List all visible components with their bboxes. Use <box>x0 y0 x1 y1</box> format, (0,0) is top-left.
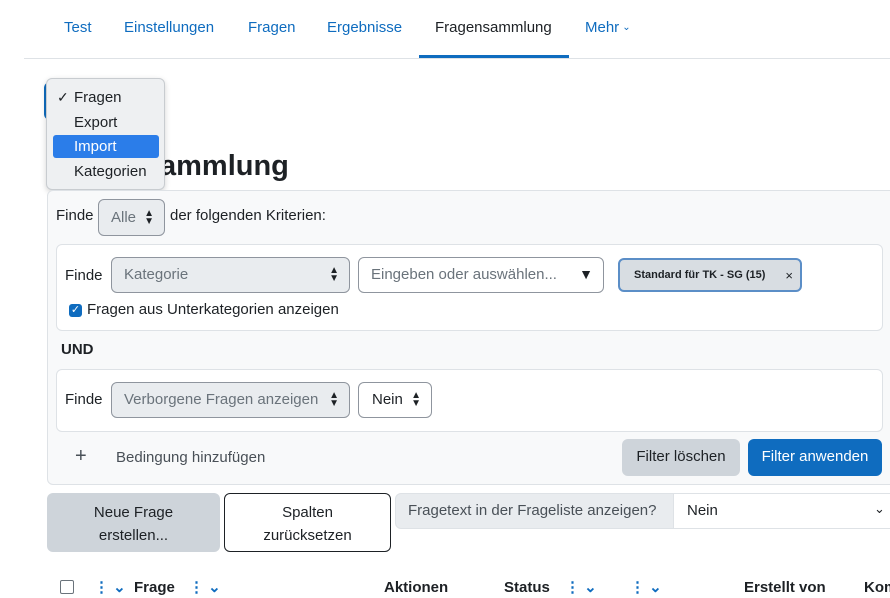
chevron-down-icon: ⌄ <box>622 22 631 33</box>
add-condition-button[interactable]: Bedingung hinzufügen <box>116 448 265 468</box>
tab-mehr[interactable]: Mehr ⌄ <box>585 18 631 38</box>
und-joiner: UND <box>61 341 94 358</box>
menu-item-import[interactable]: Import <box>53 135 159 158</box>
reset-columns-label-line1: Spalten <box>282 504 333 521</box>
page-title: ammlung <box>160 150 289 182</box>
show-question-text-value: Nein <box>687 502 718 519</box>
category-search-input[interactable]: Eingeben oder auswählen... ▼ <box>358 257 604 293</box>
tab-einstellungen[interactable]: Einstellungen <box>124 18 214 38</box>
dropdown-arrow-icon[interactable]: ▼ <box>579 266 593 282</box>
column-options-icon[interactable]: ⋮ ⌄ <box>94 578 126 598</box>
column-options-icon[interactable]: ⋮ ⌄ <box>565 578 597 598</box>
column-header-status[interactable]: Status <box>504 578 550 598</box>
menu-item-kategorien[interactable]: Kategorien <box>53 160 159 183</box>
plus-icon[interactable]: + <box>75 445 87 468</box>
condition-type-select[interactable]: Kategorie ▲ ▼ <box>111 257 350 293</box>
menu-item-label: Fragen <box>74 89 122 106</box>
close-icon[interactable]: × <box>785 268 793 283</box>
condition-type-value: Verborgene Fragen anzeigen <box>124 391 319 408</box>
selected-category-label: Standard für TK - SG (15) <box>634 269 766 281</box>
checkmark-icon: ✓ <box>57 89 69 105</box>
column-header-frage[interactable]: Frage <box>134 578 175 598</box>
show-question-text-select[interactable]: Nein ⌄ <box>673 493 890 529</box>
column-header-aktionen: Aktionen <box>384 579 449 596</box>
match-type-value: Alle <box>111 209 137 226</box>
selected-category-tag: Standard für TK - SG (15) × <box>618 258 802 292</box>
column-header-kommentare[interactable]: Kom <box>864 578 890 598</box>
menu-item-export[interactable]: Export <box>53 111 159 134</box>
hidden-value-select[interactable]: Nein ▲ ▼ <box>358 382 432 418</box>
condition-label: Finde <box>65 391 103 408</box>
new-question-label-line2: erstellen... <box>98 527 169 544</box>
column-header-erstellt-von[interactable]: Erstellt von <box>744 578 826 598</box>
condition-type-value: Kategorie <box>124 266 189 283</box>
select-arrows-icon: ▲ ▼ <box>329 265 339 284</box>
reset-columns-label-line2: zurücksetzen <box>263 527 352 544</box>
new-question-label-line1: Neue Frage <box>93 504 174 521</box>
column-options-icon[interactable]: ⋮ ⌄ <box>630 578 662 598</box>
select-arrows-icon: ▲ ▼ <box>144 207 154 227</box>
condition-label: Finde <box>65 267 103 284</box>
column-options-icon[interactable]: ⋮ ⌄ <box>189 578 221 598</box>
finde-label: Finde <box>56 207 94 224</box>
subcategories-label: Fragen aus Unterkategorien anzeigen <box>87 301 339 318</box>
apply-filter-button[interactable]: Filter anwenden <box>748 439 882 476</box>
tab-mehr-label: Mehr <box>585 19 620 36</box>
select-all-checkbox[interactable] <box>60 580 74 594</box>
tab-fragen[interactable]: Fragen <box>248 18 296 38</box>
tab-test[interactable]: Test <box>64 18 92 38</box>
new-question-button[interactable]: Neue Frage erstellen... <box>47 493 220 552</box>
active-tab-indicator <box>419 55 569 58</box>
hidden-value: Nein <box>372 391 403 408</box>
clear-filter-button[interactable]: Filter löschen <box>622 439 740 476</box>
secondary-navigation: Test Einstellungen Fragen Ergebnisse Fra… <box>24 0 890 59</box>
category-search-placeholder: Eingeben oder auswählen... <box>371 266 557 283</box>
question-bank-nav-menu: ✓ Fragen Export Import Kategorien <box>46 78 165 190</box>
reset-columns-button[interactable]: Spalten zurücksetzen <box>224 493 391 552</box>
menu-item-fragen[interactable]: ✓ Fragen <box>53 86 159 109</box>
subcategories-checkbox[interactable]: ✓ <box>69 304 82 317</box>
match-type-select[interactable]: Alle ▲ ▼ <box>98 199 165 236</box>
chevron-down-icon: ⌄ <box>874 501 885 516</box>
tab-ergebnisse[interactable]: Ergebnisse <box>327 18 402 38</box>
select-arrows-icon: ▲ ▼ <box>411 390 421 409</box>
show-question-text-label: Fragetext in der Frageliste anzeigen? <box>395 493 674 529</box>
condition-type-select[interactable]: Verborgene Fragen anzeigen ▲ ▼ <box>111 382 350 418</box>
select-arrows-icon: ▲ ▼ <box>329 390 339 409</box>
tab-fragensammlung[interactable]: Fragensammlung <box>435 18 552 38</box>
criteria-text: der folgenden Kriterien: <box>170 207 326 224</box>
